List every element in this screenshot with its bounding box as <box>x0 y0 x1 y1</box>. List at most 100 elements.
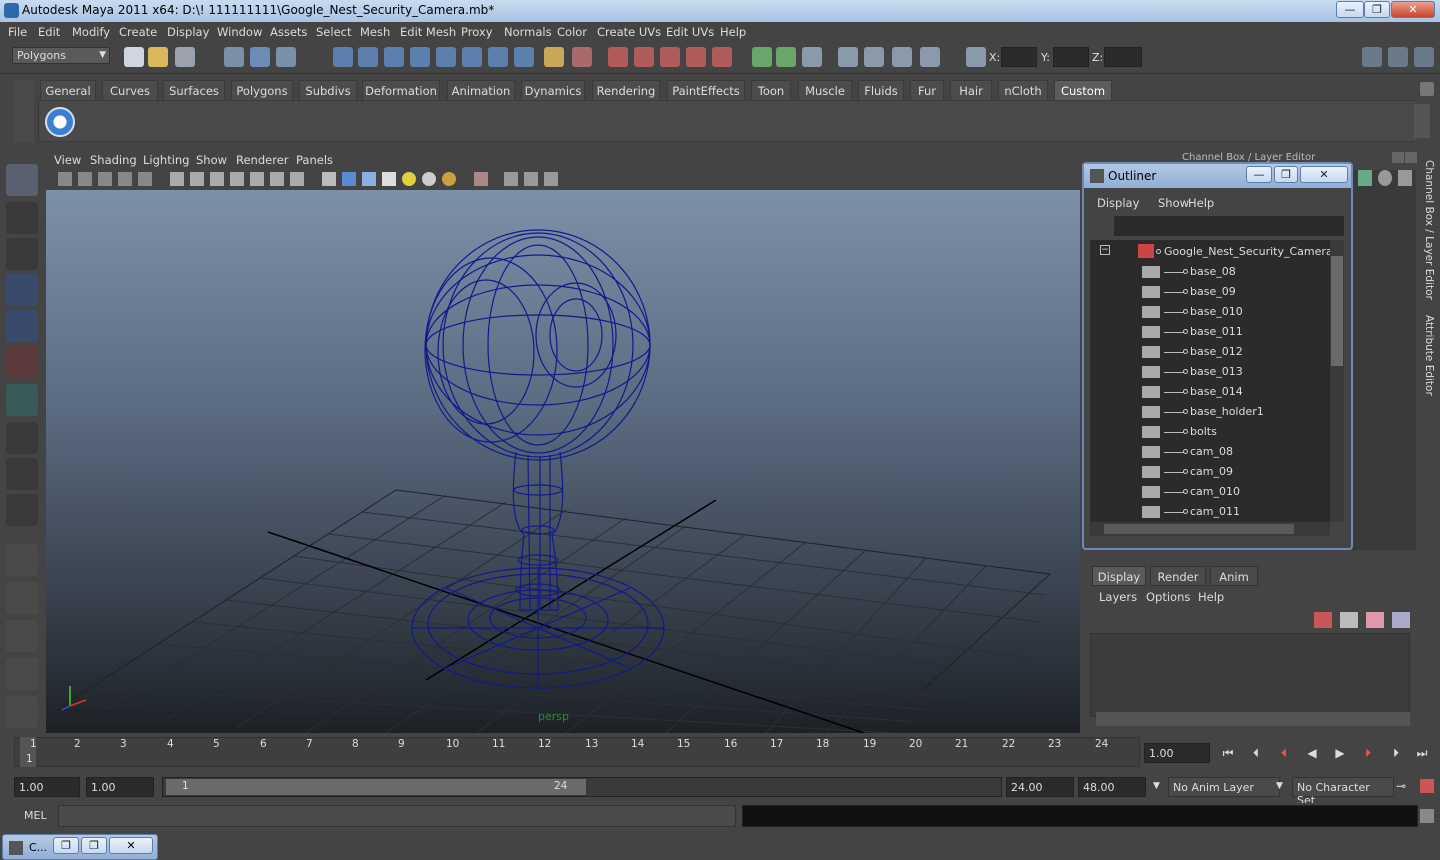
chevron-down-icon[interactable]: ▼ <box>1276 781 1283 791</box>
points-icon[interactable] <box>250 172 264 186</box>
layer-new-selected-icon[interactable] <box>1340 612 1358 628</box>
outliner-menu-display[interactable]: Display <box>1097 196 1139 210</box>
construction-icon[interactable] <box>488 47 508 67</box>
shelf-tab-muscle[interactable]: Muscle <box>798 80 852 100</box>
outliner-layout-icon[interactable] <box>6 620 38 652</box>
outliner-item[interactable]: cam_010 <box>1102 482 1327 502</box>
maximize-button[interactable]: ❐ <box>1364 1 1390 18</box>
channel-box-toggle-icon[interactable] <box>1362 47 1382 67</box>
playback-start-field[interactable]: 1.00 <box>86 777 154 797</box>
menu-select[interactable]: Select <box>316 25 351 39</box>
taskbar-maximize-button[interactable]: ❐ <box>81 837 107 854</box>
layer-tab-anim[interactable]: Anim <box>1210 566 1258 586</box>
shelf-tab-curves[interactable]: Curves <box>102 80 158 100</box>
collapse-icon[interactable]: − <box>1100 245 1110 255</box>
camera-wireframe-model[interactable] <box>411 229 665 689</box>
outliner-menu-show[interactable]: Show <box>1158 196 1189 210</box>
play-backwards-icon[interactable]: ◀ <box>1302 746 1322 764</box>
grid-icon[interactable] <box>138 172 152 186</box>
panel-menu-shading[interactable]: Shading <box>90 153 137 167</box>
panel-menu-lighting[interactable]: Lighting <box>143 153 189 167</box>
menu-normals[interactable]: Normals <box>504 25 552 39</box>
hypershade-icon[interactable] <box>712 47 732 67</box>
layer-empty-icon[interactable] <box>1366 612 1384 628</box>
panel-layout4-icon[interactable] <box>920 47 940 67</box>
input-line-icon[interactable] <box>752 47 772 67</box>
lasso-tool-icon[interactable] <box>6 202 38 234</box>
graph-layout-icon[interactable] <box>6 658 38 690</box>
xray-components-icon[interactable] <box>544 172 558 186</box>
minimize-button[interactable]: — <box>1336 1 1364 18</box>
panel-float-icon[interactable] <box>1392 152 1404 163</box>
trash-icon[interactable] <box>1420 82 1434 96</box>
outliner-item[interactable]: base_holder1 <box>1102 402 1327 422</box>
shelf-tab-animation[interactable]: Animation <box>447 80 515 100</box>
hypershade-layout-icon[interactable] <box>6 696 38 728</box>
shelf-tab-custom[interactable]: Custom <box>1054 80 1112 100</box>
snap-point-icon[interactable] <box>384 47 404 67</box>
menu-window[interactable]: Window <box>217 25 262 39</box>
layer-menu-layers[interactable]: Layers <box>1099 590 1137 604</box>
outliner-menu-help[interactable]: Help <box>1188 196 1214 210</box>
snap-surface-icon[interactable] <box>436 47 456 67</box>
character-set-dropdown[interactable]: No Character Set <box>1292 777 1394 807</box>
outliner-item[interactable]: base_09 <box>1102 282 1327 302</box>
layer-menu-options[interactable]: Options <box>1146 590 1190 604</box>
menu-mesh[interactable]: Mesh <box>360 25 390 39</box>
taskbar-close-button[interactable]: ✕ <box>109 837 153 854</box>
paint-select-tool-icon[interactable] <box>6 238 38 270</box>
panel-menu-panels[interactable]: Panels <box>296 153 333 167</box>
shelf-tab-subdivs[interactable]: Subdivs <box>299 80 357 100</box>
shelf-tab-hair[interactable]: Hair <box>950 80 992 100</box>
step-forward-key-icon[interactable]: ⏵ <box>1358 746 1378 764</box>
outliner-maximize-button[interactable]: ❐ <box>1274 166 1298 183</box>
bounding-box-icon[interactable] <box>230 172 244 186</box>
cube-textured-icon[interactable] <box>362 172 376 186</box>
layer-assign-icon[interactable] <box>1392 612 1410 628</box>
go-to-start-icon[interactable]: ⏮ <box>1218 746 1238 764</box>
menu-file[interactable]: File <box>8 25 27 39</box>
snap-plane-icon[interactable] <box>410 47 430 67</box>
x-field[interactable] <box>1001 47 1037 67</box>
outliner-item[interactable]: bolts <box>1102 422 1327 442</box>
channel-icon-3[interactable] <box>1398 170 1412 186</box>
channel-box-side-tab[interactable]: Channel Box / Layer Editor <box>1423 160 1435 300</box>
outliner-item[interactable]: base_013 <box>1102 362 1327 382</box>
render-settings-icon[interactable] <box>686 47 706 67</box>
shelf-menu-handle[interactable] <box>14 80 34 142</box>
anim-layer-dropdown[interactable]: No Anim Layer <box>1168 777 1280 797</box>
menu-edit[interactable]: Edit <box>38 25 60 39</box>
shelf-tab-ncloth[interactable]: nCloth <box>998 80 1048 100</box>
outliner-item[interactable]: base_011 <box>1102 322 1327 342</box>
outliner-hscrollbar[interactable] <box>1090 522 1330 536</box>
shelf-tab-fluids[interactable]: Fluids <box>858 80 904 100</box>
start-time-field[interactable]: 1.00 <box>14 777 80 797</box>
time-track[interactable] <box>14 737 1140 767</box>
outliner-item[interactable]: cam_08 <box>1102 442 1327 462</box>
universal-manip-icon[interactable] <box>6 384 38 416</box>
text-icon[interactable] <box>290 172 304 186</box>
isolate-select-icon[interactable] <box>474 172 488 186</box>
four-pane-layout-icon[interactable] <box>6 582 38 614</box>
cube-shaded-icon[interactable] <box>342 172 356 186</box>
go-to-end-icon[interactable]: ⏭ <box>1412 746 1432 764</box>
animation-prefs-icon[interactable] <box>1420 779 1434 793</box>
script-editor-icon[interactable] <box>1420 809 1434 823</box>
chevron-down-icon[interactable]: ▼ <box>1153 781 1160 791</box>
current-time-field[interactable]: 1.00 <box>1144 743 1210 763</box>
mel-input[interactable] <box>58 805 736 827</box>
step-forward-frame-icon[interactable]: ⏵ <box>1386 746 1406 764</box>
y-field[interactable] <box>1053 47 1089 67</box>
mel-label[interactable]: MEL <box>24 809 47 822</box>
light-all-icon[interactable] <box>422 172 436 186</box>
key-icon[interactable]: ⊸ <box>1396 779 1406 793</box>
highlight-selection-icon[interactable] <box>572 47 592 67</box>
rotate-tool-icon[interactable] <box>6 310 38 342</box>
outliner-item[interactable]: cam_09 <box>1102 462 1327 482</box>
render-view-icon[interactable] <box>608 47 628 67</box>
channel-icon-2[interactable] <box>1378 170 1392 186</box>
step-back-key-icon[interactable]: ⏴ <box>1274 746 1294 764</box>
outliner-item[interactable]: base_010 <box>1102 302 1327 322</box>
bookmark-icon[interactable] <box>98 172 112 186</box>
outliner-item[interactable]: base_012 <box>1102 342 1327 362</box>
